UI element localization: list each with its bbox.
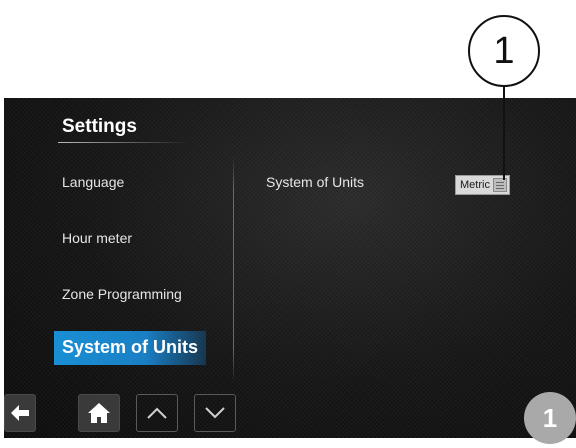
- panel-divider: [233, 156, 234, 382]
- home-button[interactable]: [78, 394, 120, 432]
- chevron-down-icon: [205, 407, 225, 419]
- units-dropdown[interactable]: Metric: [455, 175, 510, 195]
- menu-item-zone-programming[interactable]: Zone Programming: [62, 286, 182, 302]
- menu-item-language[interactable]: Language: [62, 174, 124, 190]
- units-value: Metric: [460, 179, 490, 191]
- menu-item-hour-meter[interactable]: Hour meter: [62, 230, 132, 246]
- setting-label: System of Units: [266, 174, 365, 190]
- list-icon[interactable]: [492, 178, 507, 192]
- callout-leader-line: [503, 86, 505, 180]
- page-badge: 1: [524, 392, 576, 444]
- callout-label: 1: [493, 29, 515, 72]
- settings-screen: Settings Language Hour meter Zone Progra…: [4, 98, 576, 438]
- home-icon: [88, 403, 110, 423]
- scroll-down-button[interactable]: [194, 394, 236, 432]
- chevron-up-icon: [147, 407, 167, 419]
- arrow-left-icon: [11, 405, 29, 421]
- scroll-up-button[interactable]: [136, 394, 178, 432]
- menu-item-system-of-units[interactable]: System of Units: [54, 331, 207, 365]
- back-button[interactable]: [4, 394, 36, 432]
- page-title: Settings: [62, 116, 137, 137]
- callout-number: 1: [468, 15, 540, 87]
- title-underline: [58, 142, 188, 143]
